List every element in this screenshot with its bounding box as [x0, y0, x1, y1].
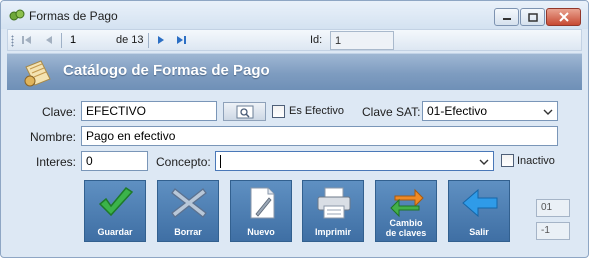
maximize-icon	[527, 12, 538, 22]
cambio-label-line1: Cambio	[389, 218, 423, 228]
magnifier-window-icon	[236, 105, 253, 118]
checkmark-icon	[98, 187, 134, 217]
clave-sat-select[interactable]: 01-Efectivo	[422, 101, 558, 121]
position-input[interactable]	[68, 31, 114, 49]
intereses-field[interactable]	[81, 151, 148, 171]
cambio-label-line2: de claves	[385, 228, 427, 238]
nuevo-button[interactable]: Nuevo	[230, 180, 292, 242]
minimize-button[interactable]	[494, 8, 519, 26]
borrar-button[interactable]: Borrar	[157, 180, 219, 242]
window-title: Formas de Pago	[29, 9, 118, 23]
cambio-de-claves-button[interactable]: Cambio de claves	[375, 180, 437, 242]
chevron-down-icon	[479, 159, 489, 165]
clave-sat-label: Clave SAT:	[362, 105, 421, 119]
clave-field[interactable]	[81, 101, 217, 121]
next-record-icon	[158, 36, 164, 44]
previous-record-icon	[46, 36, 52, 44]
es-efectivo-label: Es Efectivo	[289, 105, 345, 117]
last-record-icon	[177, 36, 186, 44]
text-cursor	[220, 155, 221, 168]
nombre-field[interactable]	[81, 126, 558, 146]
inactivo-label: Inactivo	[517, 155, 555, 167]
imprimir-button[interactable]: Imprimir	[302, 180, 364, 242]
side-field-top: 01	[536, 199, 570, 217]
swap-arrows-icon	[390, 188, 424, 218]
salir-button[interactable]: Salir	[448, 180, 510, 242]
imprimir-label: Imprimir	[314, 227, 351, 237]
cambio-de-claves-label: Cambio de claves	[376, 218, 436, 238]
header-banner: Catálogo de Formas de Pago	[7, 53, 582, 90]
record-count-label: de 13	[116, 34, 144, 46]
printer-icon	[317, 187, 351, 219]
es-efectivo-checkbox[interactable]	[272, 105, 285, 118]
formas-de-pago-window: Formas de Pago de 13 Id:	[0, 0, 589, 258]
clave-sat-value: 01-Efectivo	[427, 104, 488, 118]
minimize-icon	[502, 18, 511, 20]
guardar-label: Guardar	[97, 227, 133, 237]
nombre-label: Nombre:	[30, 130, 77, 144]
maximize-button[interactable]	[520, 8, 545, 26]
guardar-button[interactable]: Guardar	[84, 180, 146, 242]
move-next-button[interactable]	[154, 32, 168, 48]
binding-navigator: de 13 Id:	[7, 29, 582, 51]
nuevo-label: Nuevo	[247, 227, 275, 237]
concepto-label: Concepto:	[156, 155, 211, 169]
toolbar-separator	[148, 33, 149, 48]
close-button[interactable]	[546, 8, 581, 26]
move-first-button[interactable]	[20, 32, 34, 48]
app-icon	[9, 9, 25, 21]
borrar-label: Borrar	[174, 227, 202, 237]
delete-x-icon	[171, 188, 207, 218]
side-field-bottom: -1	[536, 222, 570, 240]
toolbar-grip[interactable]	[11, 35, 14, 47]
back-arrow-icon	[462, 188, 498, 218]
new-document-icon	[250, 187, 275, 219]
move-last-button[interactable]	[174, 32, 188, 48]
page-title: Catálogo de Formas de Pago	[63, 62, 270, 79]
move-previous-button[interactable]	[42, 32, 56, 48]
intereses-label: Interes:	[36, 155, 77, 169]
toolbar-separator	[61, 33, 62, 48]
first-record-icon	[22, 36, 31, 44]
salir-label: Salir	[469, 227, 489, 237]
catalog-icon	[24, 60, 51, 87]
id-field[interactable]	[330, 31, 394, 50]
title-bar: Formas de Pago	[1, 1, 588, 29]
concepto-select[interactable]	[215, 151, 494, 171]
clave-label: Clave:	[42, 105, 77, 119]
id-label: Id:	[310, 34, 323, 46]
chevron-down-icon	[543, 109, 553, 115]
browse-button[interactable]	[223, 102, 266, 121]
inactivo-checkbox[interactable]	[501, 154, 514, 167]
close-icon	[558, 12, 569, 22]
